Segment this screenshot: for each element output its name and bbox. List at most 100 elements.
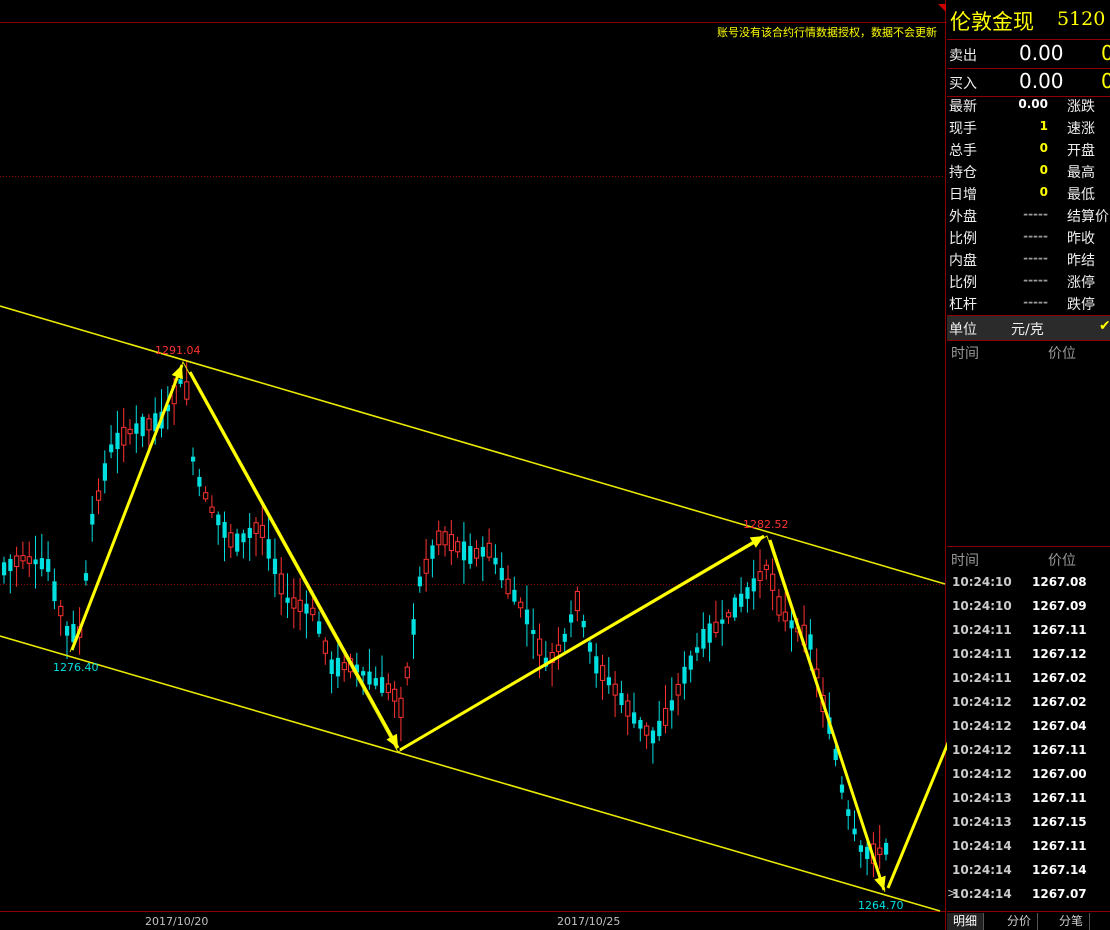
tab-detail[interactable]: 明细 <box>947 913 985 930</box>
candle-body <box>178 379 183 384</box>
candle-body <box>33 559 38 565</box>
quote-label: 内盘 <box>949 253 977 269</box>
quote-row: 内盘 ----- 昨结 <box>947 248 1110 270</box>
candle-body <box>574 591 580 612</box>
candle-body <box>115 432 120 450</box>
candle-body <box>739 593 744 607</box>
quote-field-label: 昨收 <box>1067 231 1095 247</box>
tab-price-distribution[interactable]: 分价 <box>1001 913 1039 930</box>
buy-volume: 0 <box>1101 69 1110 93</box>
candle-body <box>675 683 681 696</box>
quote-label: 最新 <box>949 99 977 115</box>
candle-body <box>90 513 95 525</box>
buy-row: 买入 0.00 0 <box>947 68 1110 97</box>
candle-body <box>14 555 20 568</box>
candle-body <box>782 611 788 622</box>
trade-row: 10:24:11 1267.02 <box>947 666 1110 690</box>
low-label: 1276.40 <box>53 661 99 674</box>
trade-time: 10:24:11 <box>952 623 1012 637</box>
candle-body <box>657 720 662 737</box>
candle-body <box>518 601 524 609</box>
trade-time: 10:24:12 <box>952 767 1012 781</box>
tab-tick[interactable]: 分笔 <box>1053 913 1091 930</box>
candle-body <box>266 539 271 559</box>
unit-label: 单位 <box>949 322 977 338</box>
candle-body <box>865 846 870 860</box>
quote-row: 日增 0 最低 <box>947 182 1110 204</box>
candle-body <box>430 545 435 559</box>
arrow-head-icon <box>874 875 886 890</box>
candle-body <box>83 573 89 581</box>
quote-row: 比例 ----- 涨停 <box>947 270 1110 292</box>
trade-row: 10:24:12 1267.02 <box>947 690 1110 714</box>
candle-body <box>134 423 139 434</box>
candle-body <box>612 683 618 696</box>
candle-body <box>20 555 26 562</box>
quote-field-label: 涨跌 <box>1067 99 1095 115</box>
candle-body <box>209 506 215 513</box>
trade-time: 10:24:14 <box>952 863 1012 877</box>
trade-row: 10:24:14 1267.14 <box>947 858 1110 882</box>
candle-body <box>632 712 637 724</box>
buy-price: 0.00 <box>1019 69 1064 93</box>
candle-body <box>2 562 7 576</box>
candle-body <box>682 666 687 684</box>
trade-header: 时间 价位 <box>947 341 1110 363</box>
channel-upper-line[interactable] <box>0 305 946 585</box>
quote-label: 杠杆 <box>949 297 977 313</box>
trade-row: 10:24:12 1267.04 <box>947 714 1110 738</box>
candle-body <box>140 416 145 437</box>
candle-body <box>770 573 776 591</box>
trade-time: 10:24:14 <box>952 887 1012 901</box>
candle-body <box>259 524 265 538</box>
divider <box>947 546 1110 547</box>
quote-row: 最新 0.00 涨跌 <box>947 94 1110 116</box>
candle-body <box>757 571 763 582</box>
candle-body <box>272 558 278 575</box>
candle-body <box>335 657 341 677</box>
trade-price: 1267.11 <box>1032 839 1087 853</box>
zigzag-line <box>69 360 886 893</box>
quote-label: 现手 <box>949 121 977 137</box>
candle-body <box>146 418 152 431</box>
candle-body <box>247 527 252 538</box>
quote-field-label: 开盘 <box>1067 143 1095 159</box>
candle-body <box>537 638 543 656</box>
unit-row[interactable]: 单位 元/克 ✔ <box>947 315 1110 341</box>
check-icon: ✔ <box>1099 318 1110 334</box>
candle-body <box>367 671 372 685</box>
quote-row: 持仓 0 最高 <box>947 160 1110 182</box>
candle-body <box>392 688 398 702</box>
date-axis-label: 2017/10/25 <box>557 915 621 928</box>
candle-body <box>493 557 498 565</box>
candle-body <box>499 567 504 581</box>
trade-price: 1267.12 <box>1032 647 1087 661</box>
instrument-title[interactable]: 伦敦金现 5120 <box>947 0 1110 40</box>
candle-body <box>707 623 712 643</box>
trade-time: 10:24:12 <box>952 719 1012 733</box>
candle-body <box>751 578 756 592</box>
quote-value: ----- <box>1023 251 1048 265</box>
candle-body <box>102 463 107 481</box>
trade-price: 1267.09 <box>1032 599 1087 613</box>
panel-tabs: 明细 分价 分笔 <box>947 911 1110 930</box>
candle-body <box>625 700 631 717</box>
candle-body <box>884 842 889 855</box>
trend-arrow-shaft <box>886 741 947 889</box>
trade-price: 1267.02 <box>1032 695 1087 709</box>
time-header: 时间 <box>951 346 979 362</box>
candle-body <box>619 693 624 706</box>
candlestick-chart[interactable]: 1291.04 1276.40 1282.52 1264.70 <box>0 0 947 930</box>
quote-field-label: 最低 <box>1067 187 1095 203</box>
trade-price: 1267.15 <box>1032 815 1087 829</box>
candle-body <box>442 531 448 546</box>
candle-body <box>512 589 517 602</box>
quote-value: 0 <box>1039 185 1048 199</box>
candle-body <box>562 633 567 642</box>
candle-body <box>58 605 64 617</box>
trade-row: 10:24:13 1267.15 <box>947 810 1110 834</box>
candle-body <box>398 697 404 718</box>
candle-body <box>297 599 303 612</box>
instrument-code: 5120 <box>1057 8 1106 30</box>
channel-lower-line[interactable] <box>0 635 941 912</box>
